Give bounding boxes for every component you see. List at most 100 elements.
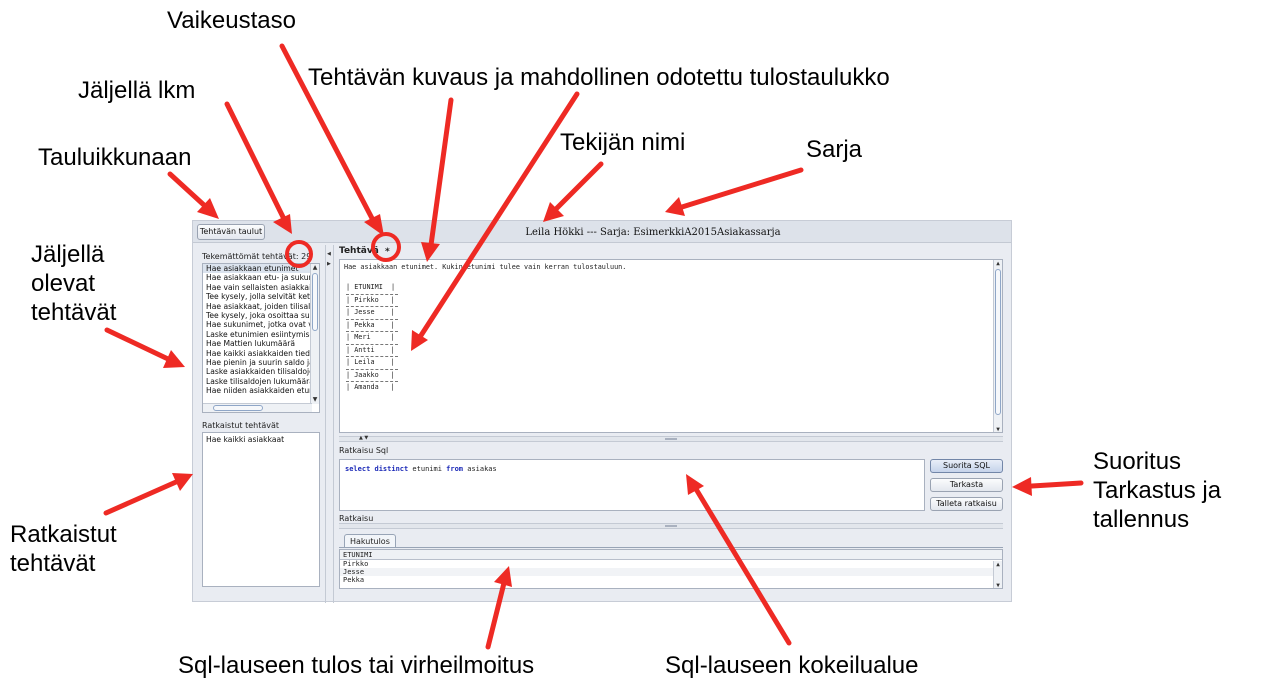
unsolved-rows: Hae asiakkaan etunimet Hae asiakkaan etu-…	[203, 264, 319, 395]
scroll-down-icon[interactable]: ▼	[311, 396, 319, 404]
unsolved-task-item[interactable]: Tee kysely, joka osoittaa sukunimet	[203, 311, 319, 320]
task-description-text: Hae asiakkaan etunimet. Kukin etunimi tu…	[344, 263, 627, 271]
arrow-tauluikkunaan	[167, 171, 208, 209]
expected-value: Pekka	[354, 320, 375, 329]
sql-editor[interactable]: select distinct etunimi from asiakas	[339, 459, 925, 511]
desc-scroll-down-icon[interactable]: ▼	[994, 426, 1002, 432]
vertical-splitter[interactable]: ◀ ▶	[325, 245, 334, 603]
arrowhead-sarja	[665, 197, 685, 216]
unsolved-task-list[interactable]: Hae asiakkaan etunimet Hae asiakkaan etu-…	[202, 263, 320, 413]
callout-tekija: Tekijän nimi	[560, 129, 686, 156]
unsolved-task-item[interactable]: Hae asiakkaan etunimet	[203, 264, 319, 274]
expected-value: Leila	[354, 358, 375, 366]
callout-sql-tulos: Sql-lauseen tulos tai virheilmoitus	[178, 652, 535, 679]
expected-value: Meri	[354, 333, 371, 341]
solved-task-list[interactable]: Hae kaikki asiakkaat	[202, 432, 320, 587]
expected-value: Jesse	[354, 308, 375, 316]
splitter-left-icon[interactable]: ◀	[327, 251, 331, 257]
expected-row: | Antti |	[346, 345, 398, 357]
expected-value: Amanda	[354, 383, 379, 391]
scroll-up-icon[interactable]: ▲	[311, 264, 319, 272]
unsolved-task-item[interactable]: Hae asiakkaan etu- ja sukunimet	[203, 273, 319, 282]
result-divider[interactable]	[339, 523, 1003, 529]
unsolved-task-item[interactable]: Hae Mattien lukumäärä	[203, 339, 319, 348]
save-solution-button[interactable]: Talleta ratkaisu	[930, 497, 1003, 511]
app-window: Tehtävän taulut Leila Hökki --- Sarja: E…	[192, 220, 1012, 603]
result-label: Ratkaisu	[339, 514, 374, 523]
sql-keyword-from: from	[446, 465, 464, 473]
arrow-suoritus	[1029, 480, 1084, 489]
callout-jaljella-lkm: Jäljellä lkm	[78, 77, 196, 104]
desc-scroll-thumb[interactable]	[995, 269, 1001, 415]
arrowhead-suoritus	[1012, 477, 1032, 496]
expected-header: ETUNIMI	[354, 283, 383, 291]
arrow-jaljella-olevat	[104, 327, 171, 362]
callout-ratkaistut: Ratkaistut tehtävät	[10, 521, 117, 577]
solved-label: Ratkaistut tehtävät	[202, 421, 280, 430]
unsolved-task-item[interactable]: Laske tilisaldojen lukumäärä	[203, 377, 319, 386]
callout-sarja: Sarja	[806, 136, 863, 163]
expected-value: Antti	[354, 345, 375, 354]
arrowhead-tauluikkunaan	[197, 198, 219, 219]
result-scroll-up-icon[interactable]: ▲	[994, 561, 1002, 569]
run-sql-button[interactable]: Suorita SQL	[930, 459, 1003, 473]
check-button[interactable]: Tarkasta	[930, 478, 1003, 492]
unsolved-task-item[interactable]: Hae pienin ja suurin saldo ja	[203, 358, 319, 367]
sql-keyword-select: select distinct	[345, 465, 409, 473]
expected-value: Pirkko	[354, 295, 379, 304]
task-description-area[interactable]: Hae asiakkaan etunimet. Kukin etunimi tu…	[339, 259, 1003, 433]
expected-row: | Pirkko |	[346, 295, 398, 307]
result-row[interactable]: Pekka	[340, 576, 1002, 584]
unsolved-task-item[interactable]: Hae niiden asiakkaiden etunimet	[203, 386, 319, 395]
expected-row: | Meri |	[346, 332, 398, 344]
result-rows: Pirkko Jesse Pekka	[340, 560, 1002, 584]
unsolved-task-item[interactable]: Hae asiakkaat, joiden tilisaldo	[203, 302, 319, 311]
unsolved-task-item[interactable]: Laske etunimien esiintymiset	[203, 330, 319, 339]
unsolved-task-item[interactable]: Tee kysely, jolla selvität ket	[203, 292, 319, 301]
unsolved-vertical-scrollbar[interactable]: ▲ ▼	[310, 264, 319, 404]
arrow-tekija	[553, 161, 604, 212]
divider-arrows-icon[interactable]: ▲ ▼	[359, 435, 368, 441]
description-divider[interactable]: ▲ ▼	[339, 435, 1003, 442]
tab-hakutulos[interactable]: Hakutulos	[344, 534, 396, 548]
expected-row: | Jaakko |	[346, 370, 398, 382]
desc-scroll-up-icon[interactable]: ▲	[994, 260, 1002, 268]
description-vertical-scrollbar[interactable]: ▲ ▼	[993, 260, 1002, 432]
sql-table: asiakas	[463, 465, 497, 473]
callout-suoritus: Suoritus Tarkastus ja tallennus	[1093, 448, 1222, 533]
sql-column: etunimi	[408, 465, 447, 473]
arrowhead-jaljella-olevat	[163, 350, 185, 368]
callout-kuvaus: Tehtävän kuvaus ja mahdollinen odotettu …	[308, 64, 890, 91]
solved-rows: Hae kaikki asiakkaat	[203, 433, 319, 444]
result-row[interactable]: Pirkko	[340, 560, 1002, 568]
result-divider-grip[interactable]	[665, 525, 677, 527]
result-table[interactable]: ETUNIMI Pirkko Jesse Pekka ▲ ▼	[339, 549, 1003, 589]
result-scroll-down-icon[interactable]: ▼	[994, 582, 1002, 588]
divider-grip[interactable]	[665, 438, 677, 440]
expected-row: | Leila |	[346, 357, 398, 369]
task-tables-button[interactable]: Tehtävän taulut	[197, 224, 265, 240]
splitter-right-icon[interactable]: ▶	[327, 261, 331, 267]
expected-row: | Jesse |	[346, 307, 398, 319]
unsolved-horizontal-scrollbar[interactable]	[203, 403, 312, 412]
unsolved-task-item[interactable]: Hae vain sellaisten asiakkaiden	[203, 283, 319, 292]
scroll-thumb[interactable]	[312, 273, 318, 331]
h-scroll-thumb[interactable]	[213, 405, 263, 411]
unsolved-task-item[interactable]: Hae sukunimet, jotka ovat vain	[203, 320, 319, 329]
callout-sql-kokeilu: Sql-lauseen kokeilualue	[665, 652, 919, 679]
top-bar: Tehtävän taulut Leila Hökki --- Sarja: E…	[193, 221, 1011, 243]
window-title: Leila Hökki --- Sarja: EsimerkkiA2015Asi…	[525, 227, 781, 238]
expected-row: | Amanda |	[346, 382, 398, 394]
sql-text: select distinct etunimi from asiakas	[345, 465, 497, 473]
result-header[interactable]: ETUNIMI	[340, 550, 1002, 560]
expected-header-row: | ETUNIMI |	[346, 283, 396, 291]
expected-row: | Pekka |	[346, 320, 398, 332]
solved-task-item[interactable]: Hae kaikki asiakkaat	[203, 435, 319, 444]
result-row[interactable]: Jesse	[340, 568, 1002, 576]
result-vertical-scrollbar[interactable]: ▲ ▼	[993, 561, 1002, 588]
difficulty-stars: *	[385, 247, 390, 257]
tab-baseline	[339, 547, 1003, 548]
unsolved-task-item[interactable]: Laske asiakkaiden tilisaldojen	[203, 367, 319, 376]
callout-vaikeustaso: Vaikeustaso	[167, 7, 296, 34]
unsolved-task-item[interactable]: Hae kaikki asiakkaiden tiedot	[203, 349, 319, 358]
